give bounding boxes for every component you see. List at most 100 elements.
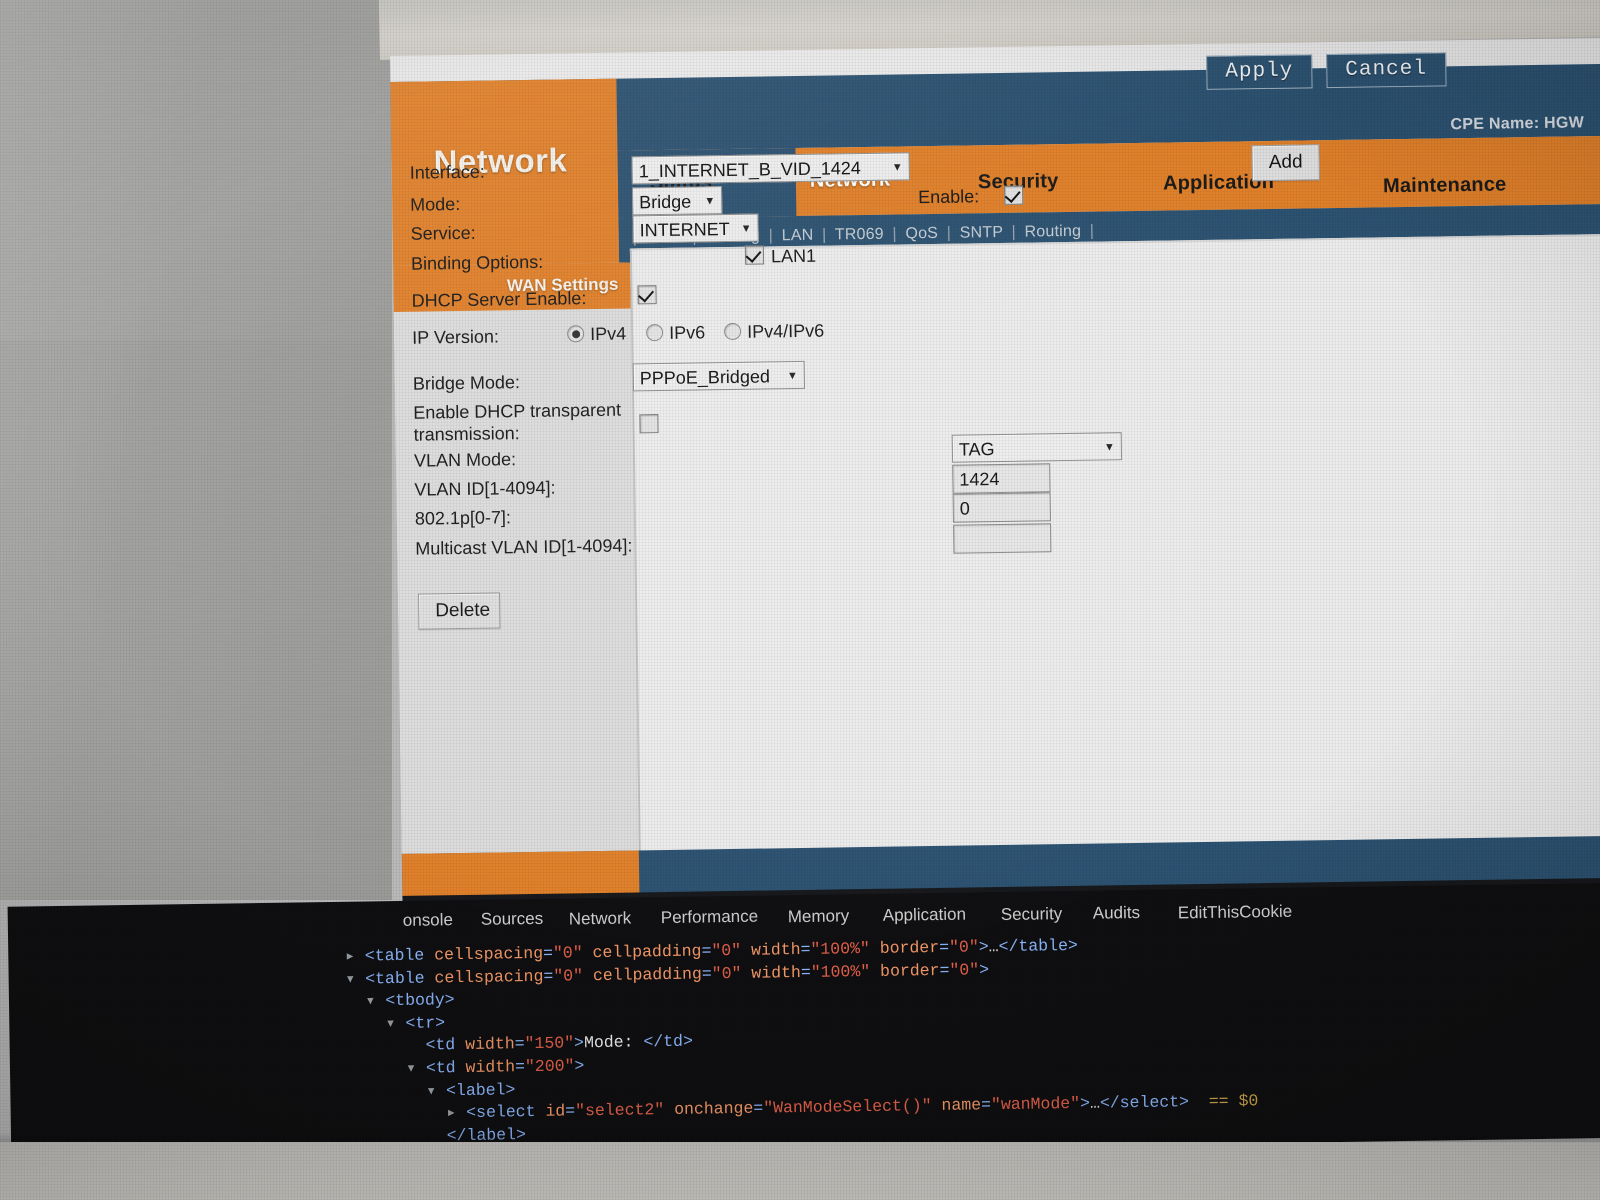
code-token-tag xyxy=(583,966,593,985)
devtools-tab-performance[interactable]: Performance xyxy=(661,907,759,928)
code-token-attr: border xyxy=(879,960,940,981)
code-token-attr: width xyxy=(750,940,801,960)
chevron-down-icon: ▼ xyxy=(786,369,798,383)
ipv6-radio[interactable] xyxy=(646,323,664,342)
ip-version-label: IP Version: xyxy=(412,326,500,348)
router-admin-page: CPE Name: HGW Network StatusNetworkSecur… xyxy=(390,37,1600,910)
delete-button[interactable]: Delete xyxy=(417,592,501,630)
dhcp-server-enable-checkbox[interactable] xyxy=(637,285,657,305)
code-token-val: "0" xyxy=(711,963,742,983)
devtools-tab-sources[interactable]: Sources xyxy=(481,909,544,930)
monitor-photo: CPE Name: HGW Network StatusNetworkSecur… xyxy=(0,0,1600,1200)
cancel-button[interactable]: Cancel xyxy=(1326,52,1447,89)
devtools-tab-security[interactable]: Security xyxy=(1001,904,1063,925)
dhcp-transparent-checkbox[interactable] xyxy=(639,414,659,434)
lan1-checkbox[interactable] xyxy=(744,245,765,265)
code-token-tag: <tbody> xyxy=(385,990,455,1011)
disclosure-triangle-expanded-icon[interactable]: ▾ xyxy=(385,1014,405,1033)
code-token-val: "0" xyxy=(711,940,742,961)
code-token-sel0: == $0 xyxy=(1188,1091,1259,1112)
disclosure-triangle-expanded-icon[interactable]: ▾ xyxy=(406,1059,426,1078)
service-select[interactable]: INTERNET ▼ xyxy=(632,213,759,244)
dot1p-label: 802.1p[0-7]: xyxy=(414,507,512,529)
disclosure-triangle-collapsed-icon[interactable]: ▸ xyxy=(446,1103,466,1122)
disclosure-triangle-expanded-icon[interactable]: ▾ xyxy=(345,969,365,988)
devtools-tab-application[interactable]: Application xyxy=(883,905,966,926)
binding-options-label: Binding Options: xyxy=(410,251,544,274)
code-token-val: "select2" xyxy=(574,1100,665,1121)
ipv4-ipv6-radio[interactable] xyxy=(723,322,742,341)
code-token-tag: <select xyxy=(466,1101,546,1123)
monitor-screen: CPE Name: HGW Network StatusNetworkSecur… xyxy=(7,37,1600,1162)
code-token-tag xyxy=(741,963,751,982)
wan-settings-form: Interface: 1_INTERNET_B_VID_1424 ▼ Add M… xyxy=(409,144,1357,630)
interface-label: Interface: xyxy=(409,161,485,183)
disclosure-triangle-collapsed-icon[interactable]: ▸ xyxy=(345,946,365,966)
devtools-tab-editthiscookie[interactable]: EditThisCookie xyxy=(1178,901,1293,923)
code-token-tag: = xyxy=(514,1034,525,1054)
dhcp-server-enable-label: DHCP Server Enable: xyxy=(411,288,587,311)
code-token-tag: <label> xyxy=(445,1079,516,1100)
code-token-tag: = xyxy=(701,963,712,984)
vlan-id-input[interactable]: 1424 xyxy=(952,463,1051,494)
devtools-tab-onsole[interactable]: onsole xyxy=(403,910,453,931)
code-token-tag xyxy=(583,943,593,962)
mode-select-value: Bridge xyxy=(639,191,692,213)
code-token-tag: <tr> xyxy=(405,1013,446,1033)
code-token-attr: id xyxy=(545,1101,566,1121)
interface-select[interactable]: 1_INTERNET_B_VID_1424 ▼ xyxy=(631,152,910,185)
code-token-tag: = xyxy=(800,962,811,982)
devtools-tab-audits[interactable]: Audits xyxy=(1093,903,1141,924)
code-token-attr: border xyxy=(879,937,940,958)
code-token-tag: = xyxy=(939,937,950,957)
code-token-tag: <table xyxy=(364,945,435,966)
chevron-down-icon: ▼ xyxy=(891,161,903,174)
ipv4-radio[interactable] xyxy=(567,325,585,343)
multicast-vlan-id-input[interactable] xyxy=(953,523,1052,554)
code-token-tag: </table> xyxy=(998,935,1078,957)
enable-checkbox[interactable] xyxy=(1003,185,1024,205)
ipv6-label: IPv6 xyxy=(668,322,706,343)
bridge-mode-select[interactable]: PPPoE_Bridged ▼ xyxy=(632,360,805,392)
nav-item-maintenance[interactable]: Maintenance xyxy=(1383,173,1507,198)
chevron-down-icon: ▼ xyxy=(704,195,716,208)
code-token-tag: </select> xyxy=(1099,1092,1190,1113)
code-token-val: "200" xyxy=(524,1056,575,1077)
chevron-down-icon: ▼ xyxy=(740,222,752,235)
service-select-value: INTERNET xyxy=(639,218,730,241)
code-token-tag: = xyxy=(800,939,811,960)
devtools-elements-tree: ▸ <table cellspacing="0" cellpadding="0"… xyxy=(8,921,1600,1154)
code-token-attr: cellpadding xyxy=(592,941,702,963)
dot1p-input[interactable]: 0 xyxy=(952,492,1051,523)
add-button[interactable]: Add xyxy=(1251,144,1320,182)
ipv4-ipv6-label: IPv4/IPv6 xyxy=(746,320,825,342)
enable-label: Enable: xyxy=(918,186,980,208)
disclosure-triangle-expanded-icon[interactable]: ▾ xyxy=(365,991,385,1011)
bridge-mode-select-value: PPPoE_Bridged xyxy=(639,366,771,389)
code-token-val: "wanMode" xyxy=(990,1094,1081,1115)
mode-label: Mode: xyxy=(410,193,461,215)
code-token-attr: name xyxy=(941,1095,982,1116)
apply-button[interactable]: Apply xyxy=(1206,54,1313,90)
vlan-mode-select[interactable]: TAG ▼ xyxy=(951,432,1123,463)
disclosure-triangle-expanded-icon[interactable]: ▾ xyxy=(426,1081,446,1100)
lan1-label: LAN1 xyxy=(770,245,817,267)
desk-bottom-area xyxy=(0,1142,1600,1200)
code-token-val: "100%" xyxy=(810,961,871,982)
code-token-tag xyxy=(931,1096,941,1115)
code-token-attr: width xyxy=(751,962,802,983)
vlan-mode-select-value: TAG xyxy=(958,439,995,460)
devtools-tab-memory[interactable]: Memory xyxy=(788,906,850,927)
code-token-attr: cellspacing xyxy=(434,966,544,988)
code-token-tag: <td xyxy=(425,1057,466,1078)
code-token-tag xyxy=(741,941,751,960)
code-token-tag: = xyxy=(514,1057,526,1077)
mode-select[interactable]: Bridge ▼ xyxy=(631,186,723,216)
devtools-tab-network[interactable]: Network xyxy=(569,908,632,929)
code-token-attr: onchange xyxy=(674,1098,754,1120)
